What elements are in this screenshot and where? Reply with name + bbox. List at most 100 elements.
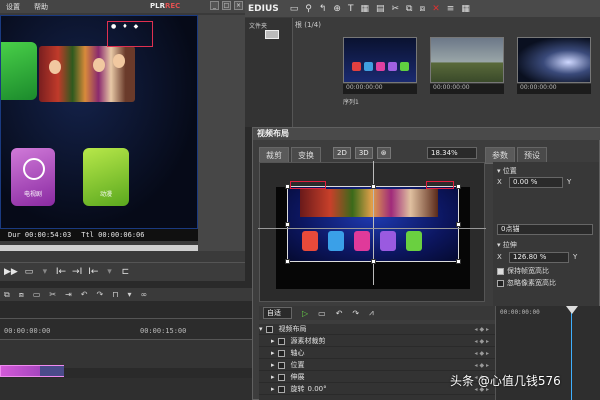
position-header[interactable]: ▾ 位置 [497, 166, 517, 176]
keyframe-mode-select[interactable]: 自适 [263, 307, 292, 319]
stretch-header[interactable]: ▾ 拉伸 [497, 240, 517, 250]
stretch-x-field[interactable]: 126.80 % [509, 252, 569, 263]
up-icon[interactable]: ↰ [319, 4, 327, 14]
marker-icon[interactable]: ▾ [127, 290, 131, 299]
total-timecode: Ttl 00:00:06:06 [81, 231, 144, 239]
zoom-select[interactable]: 18.34% [427, 147, 477, 159]
insert-icon[interactable]: I← [88, 267, 98, 277]
keep-aspect-checkbox[interactable]: 保持帧宽高比 [497, 266, 549, 276]
keyframe-row[interactable]: ▸ 源素材裁剪 ◂ ◆ ▸ [259, 336, 495, 347]
overwrite-icon[interactable]: ⊏ [120, 267, 130, 277]
link-icon[interactable]: ∞ [140, 290, 147, 299]
expand-icon[interactable]: ▸ [271, 385, 275, 393]
minimize-icon[interactable]: _ [210, 1, 219, 10]
clip-thumbnail[interactable] [517, 37, 591, 83]
expand-icon[interactable]: ▸ [271, 337, 275, 345]
timeline-track[interactable] [0, 340, 252, 368]
dropdown-icon[interactable]: ▾ [104, 267, 114, 277]
copy-icon[interactable]: ⧉ [4, 290, 10, 300]
mark-in-icon[interactable]: I← [56, 267, 66, 277]
nav-arrows-icon[interactable]: ◂ ◆ ▸ [475, 338, 489, 345]
checkbox-unchecked[interactable] [497, 279, 504, 287]
properties-icon[interactable]: ≡ [447, 4, 455, 14]
undo-icon[interactable]: ↶ [336, 309, 343, 318]
layout-frame[interactable] [258, 161, 486, 285]
timeline-track[interactable] [0, 378, 252, 400]
resize-handle[interactable] [371, 184, 376, 189]
title-icon[interactable]: T [348, 4, 354, 14]
monitor-icon[interactable]: ▭ [24, 267, 34, 277]
2d-button[interactable]: 2D [333, 147, 351, 159]
settings-icon[interactable]: ⊛ [376, 147, 391, 159]
clip-thumbnail[interactable] [343, 37, 417, 83]
redo-icon[interactable]: ↷ [96, 290, 103, 299]
plr-rec-indicator[interactable]: PLRREC [150, 2, 180, 10]
card-label: 动漫 [99, 191, 112, 198]
resize-handle[interactable] [371, 259, 376, 264]
anchor-select[interactable]: 0点锚 [497, 224, 593, 235]
timeline-ruler[interactable]: 00:00:00:00 00:00:15:00 [0, 318, 252, 340]
keyframe-row[interactable]: ▸ 轴心 ◂ ◆ ▸ [259, 348, 495, 359]
dropdown-icon[interactable]: ▾ [40, 267, 50, 277]
timeline-cursor-head[interactable] [566, 306, 578, 314]
checkbox[interactable] [277, 361, 285, 369]
expand-icon[interactable]: ▸ [271, 373, 275, 381]
timeline-clip-tail[interactable] [40, 366, 64, 376]
resize-handle[interactable] [285, 222, 290, 227]
resize-handle[interactable] [456, 259, 461, 264]
menu-help[interactable]: 帮助 [34, 2, 48, 12]
folder-icon[interactable]: ▭ [290, 4, 299, 14]
play-icon[interactable]: ▶▶ [4, 267, 18, 277]
undo-icon[interactable]: ↶ [81, 290, 88, 299]
resize-handle[interactable] [456, 222, 461, 227]
checkbox[interactable] [277, 385, 285, 393]
folder-icon[interactable] [265, 30, 279, 39]
menu-settings[interactable]: 设置 [6, 2, 20, 12]
search-icon[interactable]: ⚲ [305, 4, 312, 14]
redo-icon[interactable]: ↷ [352, 309, 359, 318]
cut-icon[interactable]: ✂ [392, 4, 400, 14]
3d-button[interactable]: 3D [354, 147, 373, 159]
scrub-slider[interactable] [0, 245, 198, 251]
mark-out-icon[interactable]: →I [72, 267, 82, 277]
resize-handle[interactable] [456, 184, 461, 189]
checkbox-checked[interactable] [497, 267, 504, 275]
paste-icon[interactable]: ⧈ [419, 4, 425, 14]
delete-icon[interactable]: ✕ [432, 4, 440, 14]
keyframe-row[interactable]: ▾ 视频布局 ◂ ◆ ▸ [259, 324, 495, 335]
sequence-icon[interactable]: ▤ [376, 4, 385, 14]
resize-handle[interactable] [285, 184, 290, 189]
copy-icon[interactable]: ⧉ [406, 4, 412, 14]
clip-icon[interactable]: ▦ [360, 4, 369, 14]
close-icon[interactable]: × [234, 1, 243, 10]
ripple-icon[interactable]: ⇥ [65, 290, 72, 299]
checkbox[interactable] [277, 349, 285, 357]
ruler-timecode: 00:00:00:00 [4, 327, 51, 335]
expand-icon[interactable]: ▸ [271, 349, 275, 357]
resize-handle[interactable] [285, 259, 290, 264]
curve-icon[interactable]: ⩘ [369, 308, 374, 318]
nav-arrows-icon[interactable]: ◂ ◆ ▸ [475, 350, 489, 357]
view-icon[interactable]: ▦ [461, 4, 470, 14]
keyframe-row[interactable]: ▸ 位置 ◂ ◆ ▸ [259, 360, 495, 371]
timeline-cursor[interactable] [571, 306, 572, 400]
clip-thumbnail[interactable] [430, 37, 504, 83]
expand-icon[interactable]: ▸ [271, 361, 275, 369]
maximize-icon[interactable]: □ [222, 1, 231, 10]
preview-monitor[interactable]: 电视剧 动漫 ● ♦ ◆ [0, 15, 198, 229]
checkbox[interactable] [277, 337, 285, 345]
position-x-field[interactable]: 0.00 % [509, 177, 563, 188]
monitor-icon[interactable]: ▭ [318, 309, 326, 318]
snap-icon[interactable]: ⊓ [112, 290, 118, 299]
checkbox[interactable] [265, 325, 273, 333]
nav-arrows-icon[interactable]: ◂ ◆ ▸ [475, 326, 489, 333]
expand-icon[interactable]: ▾ [259, 325, 263, 333]
checkbox[interactable] [277, 373, 285, 381]
ignore-pixel-aspect-checkbox[interactable]: 忽略像素宽高比 [497, 278, 556, 288]
add-icon[interactable]: ⊕ [333, 4, 341, 14]
paste-icon[interactable]: ⧈ [19, 290, 24, 300]
nav-arrows-icon[interactable]: ◂ ◆ ▸ [475, 362, 489, 369]
group-icon[interactable]: ▭ [33, 290, 41, 299]
play-icon[interactable]: ▷ [302, 309, 308, 318]
cut-icon[interactable]: ✂ [49, 290, 56, 299]
